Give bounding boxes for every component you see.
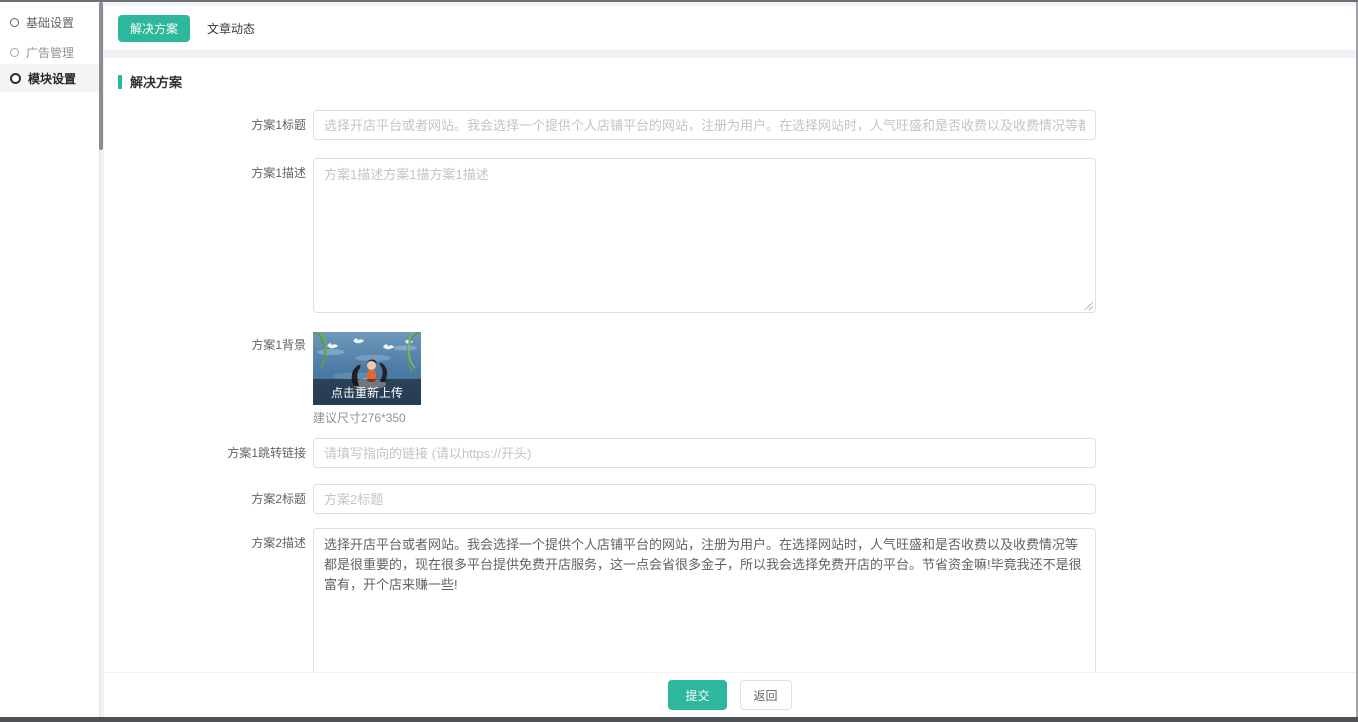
plan2-desc-label: 方案2描述 [104,534,306,551]
sidebar: 基础设置 广告管理 模块设置 [0,2,100,717]
submit-button[interactable]: 提交 [668,680,726,710]
plan1-desc-textarea[interactable] [313,158,1096,313]
plan1-bg-size-hint: 建议尺寸276*350 [313,409,406,426]
tab-bar: 解决方案 文章动态 [104,6,1356,50]
radio-circle-icon [10,48,19,57]
sidebar-scrollbar-thumb[interactable] [99,2,103,150]
section-header: 解决方案 [118,72,182,91]
sidebar-item-basic-settings[interactable]: 基础设置 [0,8,99,36]
radio-circle-icon [10,73,21,84]
back-button[interactable]: 返回 [740,680,792,710]
plan1-link-label: 方案1跳转链接 [104,438,306,468]
tab-solutions[interactable]: 解决方案 [118,15,190,42]
plan1-desc-label: 方案1描述 [104,164,306,181]
window-top-edge [0,0,1358,2]
plan1-title-label: 方案1标题 [104,110,306,140]
section-title: 解决方案 [130,72,182,91]
plan2-title-input[interactable] [313,484,1096,514]
sidebar-item-module-settings[interactable]: 模块设置 [0,64,99,92]
plan1-link-input[interactable] [313,438,1096,468]
sidebar-item-label: 广告管理 [26,44,74,61]
plan1-bg-upload[interactable]: 点击重新上传 [313,332,421,405]
section-accent-bar [118,75,122,89]
tab-article-news[interactable]: 文章动态 [201,15,261,42]
sidebar-item-label: 基础设置 [26,14,74,31]
plan1-title-input[interactable] [313,110,1096,140]
window-bottom-edge [0,717,1358,722]
sidebar-item-label: 模块设置 [28,70,76,87]
reupload-overlay-button[interactable]: 点击重新上传 [313,379,421,405]
admin-settings-page: 基础设置 广告管理 模块设置 解决方案 文章动态 解决方案 方案1标题 方案1描… [0,0,1358,722]
radio-circle-icon [10,18,19,27]
form-footer: 提交 返回 [104,672,1356,717]
plan1-bg-label: 方案1背景 [104,336,306,353]
solutions-form-card: 解决方案 方案1标题 方案1描述 方案1背景 [104,58,1356,672]
plan2-desc-textarea[interactable]: 选择开店平台或者网站。我会选择一个提供个人店铺平台的网站，注册为用户。在选择网站… [313,528,1096,672]
plan2-title-label: 方案2标题 [104,484,306,514]
sidebar-item-ad-management[interactable]: 广告管理 [0,38,99,66]
